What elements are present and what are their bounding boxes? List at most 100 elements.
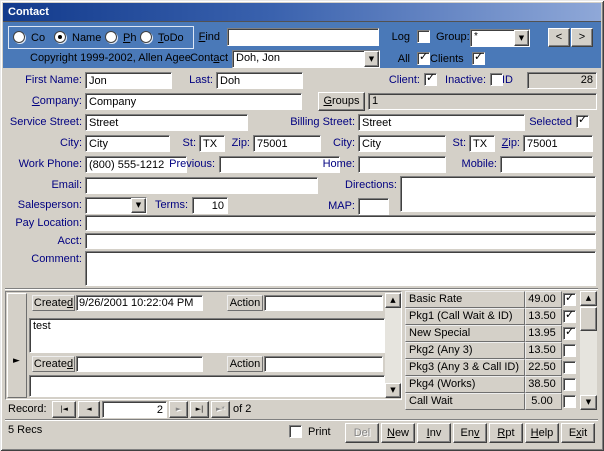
group-combobox-arrow-icon[interactable]: ▼	[514, 30, 529, 46]
rate-checkbox[interactable]	[563, 344, 576, 357]
rates-scrollbar-thumb[interactable]	[580, 307, 597, 331]
note-textarea-2[interactable]	[29, 375, 385, 397]
rates-scroll-down-icon[interactable]: ▼	[580, 395, 597, 410]
created-header-2[interactable]: Created	[32, 356, 75, 372]
print-checkbox[interactable]	[289, 425, 302, 438]
clients-checkbox[interactable]	[472, 52, 485, 65]
map-input[interactable]	[358, 198, 389, 215]
current-record-arrow-icon: ►	[13, 356, 20, 366]
record-back-button[interactable]: <	[548, 28, 570, 47]
rates-scroll-up-icon[interactable]: ▲	[580, 291, 597, 306]
rate-checkbox[interactable]	[563, 310, 576, 323]
comment-textarea[interactable]	[85, 251, 596, 286]
rate-checkbox[interactable]	[563, 378, 576, 391]
directions-textarea[interactable]	[400, 176, 596, 212]
terms-input[interactable]	[192, 197, 228, 214]
home-input[interactable]	[358, 156, 446, 173]
pay-location-input[interactable]	[85, 215, 596, 231]
nav-previous-record-button[interactable]: ◄	[78, 401, 100, 418]
nav-first-record-button[interactable]: |◄	[52, 401, 76, 418]
billing-zip-input[interactable]	[523, 135, 593, 152]
service-city-label: City:	[60, 137, 82, 149]
company-input[interactable]	[85, 93, 302, 110]
acct-input[interactable]	[85, 233, 596, 249]
footer-divider	[5, 419, 598, 421]
rate-name: Call Wait	[405, 393, 525, 410]
rate-checkbox[interactable]	[563, 395, 576, 408]
service-city-input[interactable]	[85, 135, 170, 152]
acct-label: Acct:	[57, 235, 82, 247]
first-name-input[interactable]	[85, 72, 172, 89]
notes-scrollbar[interactable]: ▲ ▼	[385, 293, 401, 398]
log-label: Log	[391, 31, 410, 43]
radio-co[interactable]	[13, 31, 25, 43]
find-input[interactable]	[227, 28, 379, 46]
groups-button[interactable]: Groups	[318, 92, 365, 111]
groups-field: 1	[368, 93, 597, 110]
nav-next-record-button[interactable]: ►	[169, 401, 188, 418]
map-label: MAP:	[328, 200, 355, 212]
notes-subform: ► Created Action test Created Action ▲ ▼	[5, 291, 402, 400]
radio-ph[interactable]	[105, 31, 117, 43]
client-checkbox[interactable]	[424, 73, 437, 86]
nav-new-record-button[interactable]: ►*	[211, 401, 230, 418]
billing-city-input[interactable]	[358, 135, 446, 152]
mobile-input[interactable]	[500, 156, 593, 173]
rates-scrollbar[interactable]: ▲ ▼	[580, 291, 597, 410]
service-st-input[interactable]	[199, 135, 225, 152]
all-checkbox[interactable]	[417, 52, 430, 65]
contact-label: Contact	[190, 52, 228, 64]
previous-label: Previous:	[169, 158, 215, 170]
contact-combobox[interactable]: Doh, Jon	[232, 50, 380, 68]
envelope-button[interactable]: Env	[453, 423, 487, 443]
work-phone-label: Work Phone:	[18, 158, 82, 170]
help-button[interactable]: Help	[525, 423, 559, 443]
rate-checkbox[interactable]	[563, 327, 576, 340]
all-label: All	[397, 53, 410, 65]
rate-checkbox[interactable]	[563, 361, 576, 374]
radio-name-label[interactable]: Name	[72, 32, 101, 44]
nav-record-number-input[interactable]	[102, 401, 167, 418]
note-textarea-1[interactable]: test	[29, 318, 385, 353]
terms-label: Terms:	[155, 199, 188, 211]
rate-name: Pkg3 (Any 3 & Call ID)	[405, 359, 525, 376]
rate-name: Basic Rate	[405, 291, 525, 308]
log-checkbox[interactable]	[417, 30, 430, 43]
billing-zip-label: Zip:	[501, 137, 520, 149]
last-name-input[interactable]	[216, 72, 303, 89]
created-header-1[interactable]: Created	[32, 295, 75, 311]
created-date-input-2[interactable]	[76, 356, 203, 372]
report-button[interactable]: Rpt	[489, 423, 523, 443]
title-bar[interactable]: Contact	[3, 3, 601, 21]
rate-checkbox[interactable]	[563, 293, 576, 306]
first-name-label: First Name:	[25, 74, 82, 86]
salesperson-combobox-arrow-icon[interactable]: ▼	[131, 198, 146, 213]
billing-st-input[interactable]	[469, 135, 495, 152]
action-input-2[interactable]	[264, 356, 383, 372]
home-label: Home:	[322, 158, 355, 170]
delete-button[interactable]: Del	[345, 423, 379, 443]
new-button[interactable]: New	[381, 423, 415, 443]
record-selector-column[interactable]	[7, 293, 27, 398]
record-nav-label: Record:	[8, 403, 47, 415]
exit-button[interactable]: Exit	[561, 423, 595, 443]
invoice-button[interactable]: Inv	[417, 423, 451, 443]
notes-scroll-down-icon[interactable]: ▼	[385, 383, 401, 398]
record-forward-button[interactable]: >	[571, 28, 593, 47]
email-input[interactable]	[85, 177, 318, 194]
contact-combobox-arrow-icon[interactable]: ▼	[364, 51, 379, 67]
radio-co-label[interactable]: Co	[31, 32, 45, 44]
notes-scroll-up-icon[interactable]: ▲	[385, 293, 401, 308]
radio-ph-label[interactable]: Ph	[123, 32, 136, 44]
billing-st-label: St:	[452, 137, 466, 149]
radio-name[interactable]	[54, 31, 66, 43]
service-street-input[interactable]	[85, 114, 248, 131]
selected-checkbox[interactable]	[576, 115, 589, 128]
print-label: Print	[308, 426, 331, 438]
created-date-input-1[interactable]	[76, 295, 203, 311]
rate-price: 49.00	[525, 291, 562, 308]
nav-last-record-button[interactable]: ►|	[190, 401, 209, 418]
radio-todo[interactable]	[140, 31, 152, 43]
action-input-1[interactable]	[264, 295, 383, 311]
billing-street-input[interactable]	[358, 114, 525, 131]
